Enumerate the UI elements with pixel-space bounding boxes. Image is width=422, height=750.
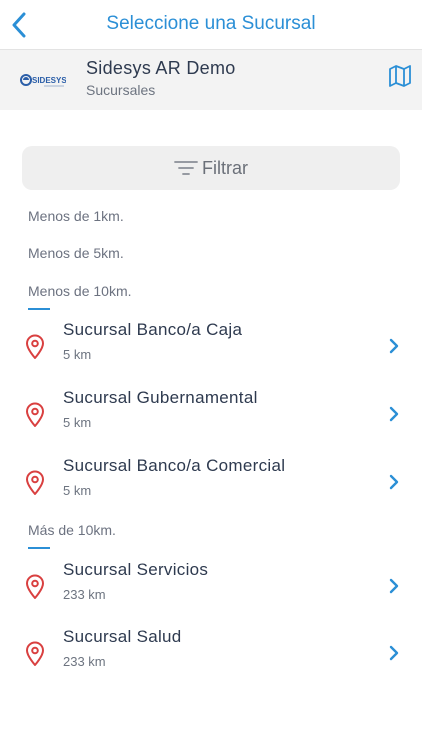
- branch-row[interactable]: Sucursal Banco/a Caja 5 km: [0, 320, 422, 388]
- branch-name: Sucursal Banco/a Comercial: [63, 456, 286, 475]
- chevron-right-icon: [389, 406, 399, 422]
- navigation-bar: Seleccione una Sucursal: [0, 0, 422, 50]
- branch-distance: 5 km: [63, 483, 92, 498]
- section-underline: [28, 308, 50, 310]
- branch-name: Sucursal Servicios: [63, 560, 209, 579]
- chevron-right-icon: [389, 645, 399, 661]
- chevron-right-icon: [389, 474, 399, 490]
- company-name: Sidesys AR Demo: [86, 58, 236, 78]
- section-header-10km-plus: Más de 10km.: [28, 522, 116, 538]
- location-pin-icon: [26, 334, 44, 359]
- branch-distance: 233 km: [63, 587, 106, 602]
- location-pin-icon: [26, 641, 44, 666]
- section-header-1km: Menos de 1km.: [28, 208, 124, 224]
- branch-name: Sucursal Salud: [63, 627, 182, 646]
- svg-text:SIDESYS: SIDESYS: [32, 76, 66, 85]
- company-logo: SIDESYS: [20, 64, 66, 96]
- company-subtitle: Sucursales: [86, 82, 156, 98]
- filter-label: Filtrar: [202, 157, 248, 178]
- page-title: Seleccione una Sucursal: [106, 13, 316, 34]
- branch-row[interactable]: Sucursal Servicios 233 km: [0, 560, 422, 628]
- branch-distance: 5 km: [63, 415, 92, 430]
- branch-distance: 5 km: [63, 347, 92, 362]
- branch-row[interactable]: Sucursal Gubernamental 5 km: [0, 388, 422, 456]
- branch-name: Sucursal Banco/a Caja: [63, 320, 243, 339]
- location-pin-icon: [26, 574, 44, 599]
- map-icon[interactable]: [388, 64, 412, 88]
- branch-row[interactable]: Sucursal Salud 233 km: [0, 627, 422, 695]
- company-header: SIDESYS Sidesys AR Demo Sucursales: [0, 50, 422, 110]
- filter-button[interactable]: Filtrar: [22, 146, 400, 190]
- branch-row[interactable]: Sucursal Banco/a Comercial 5 km: [0, 456, 422, 524]
- section-header-5km: Menos de 5km.: [28, 245, 124, 261]
- section-underline: [28, 547, 50, 549]
- filter-icon: [174, 161, 198, 175]
- section-header-10km: Menos de 10km.: [28, 283, 132, 299]
- location-pin-icon: [26, 402, 44, 427]
- branch-distance: 233 km: [63, 654, 106, 669]
- location-pin-icon: [26, 470, 44, 495]
- chevron-right-icon: [389, 578, 399, 594]
- branch-name: Sucursal Gubernamental: [63, 388, 258, 407]
- chevron-right-icon: [389, 338, 399, 354]
